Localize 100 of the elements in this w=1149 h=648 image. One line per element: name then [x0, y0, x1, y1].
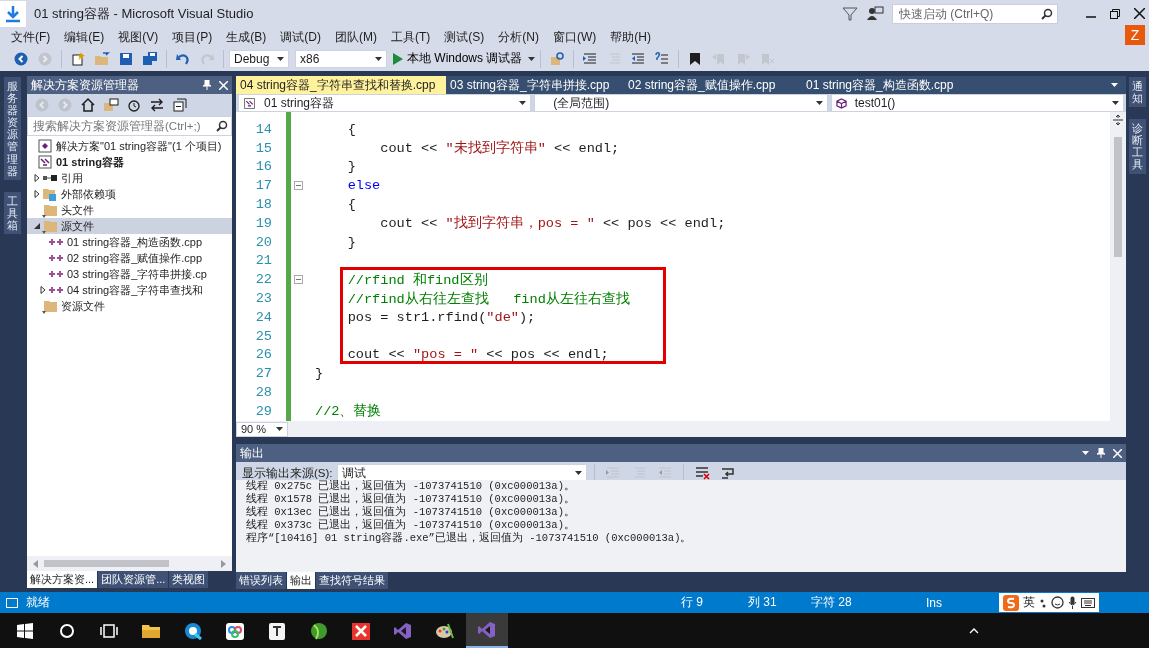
sync-icon[interactable]	[149, 97, 165, 113]
dropdown-caret-icon	[815, 101, 823, 105]
menu-item[interactable]: 调试(D)	[273, 27, 328, 46]
document-tab[interactable]: 01 string容器_构造函数.cpp	[802, 76, 958, 94]
navigation-select[interactable]: test01()	[830, 94, 1124, 112]
document-tab[interactable]: 03 string容器_字符串拼接.cpp	[446, 76, 614, 94]
vs-app-icon[interactable]	[466, 613, 508, 648]
uncomment-icon[interactable]	[654, 50, 671, 67]
navigation-select[interactable]: 01 string容器	[238, 94, 532, 112]
navigation-select[interactable]: (全局范围)	[534, 94, 828, 112]
outdent-icon[interactable]	[582, 50, 599, 67]
panel-tab[interactable]: 团队资源管...	[98, 571, 169, 588]
panel-tab[interactable]: 输出	[287, 572, 315, 589]
menu-item[interactable]: 视图(V)	[111, 27, 166, 46]
collapsed-arrow-icon[interactable]	[33, 174, 41, 182]
configuration-select[interactable]: Debug	[229, 49, 289, 68]
tree-item[interactable]: 源文件	[27, 218, 232, 234]
zoom-select[interactable]: 90 %	[236, 421, 288, 437]
search-field[interactable]: 搜索解决方案资源管理器(Ctrl+;)	[27, 116, 232, 136]
dock-tab[interactable]: 通知	[1129, 77, 1146, 108]
microphone-icon[interactable]	[1068, 596, 1077, 609]
clock-icon[interactable]	[126, 97, 142, 113]
collapse-icon[interactable]	[294, 181, 303, 191]
indent-icon[interactable]	[630, 50, 647, 67]
line-number: 18	[254, 197, 273, 213]
feedback-icon[interactable]	[866, 5, 884, 22]
panel-tab[interactable]: 类视图	[169, 571, 209, 588]
tree-item[interactable]: 资源文件	[27, 298, 232, 314]
menu-item[interactable]: 窗口(W)	[546, 27, 604, 46]
dock-tab[interactable]: 诊断工具	[1129, 119, 1146, 174]
ime-language[interactable]: 英	[1023, 594, 1035, 611]
chevron-up-icon[interactable]	[969, 627, 979, 634]
menu-item[interactable]: 帮助(H)	[603, 27, 658, 46]
folder-icon	[42, 202, 58, 218]
switch-views-icon[interactable]	[103, 97, 119, 113]
status-icon	[6, 597, 18, 608]
restore-icon[interactable]	[1110, 8, 1120, 19]
insert-mode-indicator: Ins	[926, 595, 943, 610]
pin-icon[interactable]	[1097, 448, 1105, 458]
collapsed-arrow-icon[interactable]	[33, 190, 41, 198]
tree-item[interactable]: 01 string容器_构造函数.cpp	[27, 234, 232, 250]
tree-item[interactable]: 外部依赖项	[27, 186, 232, 202]
word-wrap-icon[interactable]	[719, 465, 736, 481]
menu-item[interactable]: 工具(T)	[384, 27, 438, 46]
smiley-icon[interactable]	[1051, 596, 1064, 609]
dock-tab[interactable]: 服务器资源管理器	[4, 77, 21, 180]
tree-item[interactable]: 头文件	[27, 202, 232, 218]
panel-tab[interactable]: 查找符号结果	[316, 572, 388, 589]
code-line: }	[346, 159, 356, 175]
account-avatar[interactable]: Z	[1125, 25, 1145, 45]
platform-select[interactable]: x86	[295, 49, 387, 68]
tree-item[interactable]: 01 string容器	[27, 154, 232, 170]
scrollbar-thumb[interactable]	[1114, 137, 1122, 257]
save-all-icon[interactable]	[142, 50, 158, 67]
output-source-label: 显示输出来源(S):	[242, 465, 333, 480]
line-number: 24	[254, 309, 273, 325]
search-icon[interactable]	[1041, 7, 1053, 20]
document-tab[interactable]: 02 string容器_赋值操作.cpp	[624, 76, 780, 94]
expanded-arrow-icon[interactable]	[33, 222, 41, 230]
pin-icon[interactable]	[203, 80, 211, 90]
find-icon[interactable]	[549, 50, 566, 67]
start-debugging-button[interactable]: 本地 Windows 调试器	[389, 48, 527, 69]
tree-item[interactable]: 02 string容器_赋值操作.cpp	[27, 250, 232, 266]
collapse-icon[interactable]	[294, 275, 303, 285]
external-icon	[42, 186, 58, 202]
tree-item[interactable]: 04 string容器_字符串查找和	[27, 282, 232, 298]
menu-item[interactable]: 团队(M)	[328, 27, 384, 46]
code-line: cout << "pos = " << pos << endl;	[346, 347, 609, 363]
tree-item[interactable]: 引用	[27, 170, 232, 186]
quick-launch-field[interactable]: 快速启动 (Ctrl+Q)	[892, 3, 1058, 24]
close-icon[interactable]	[1134, 8, 1145, 19]
save-icon[interactable]	[118, 50, 134, 67]
ime-logo-icon[interactable]	[1003, 594, 1019, 611]
collapse-all-icon[interactable]	[172, 97, 188, 113]
clear-all-icon[interactable]	[693, 465, 710, 481]
menu-item[interactable]: 分析(N)	[491, 27, 546, 46]
menu-item[interactable]: 生成(B)	[219, 27, 274, 46]
home-icon[interactable]	[80, 97, 96, 113]
code-line: }	[314, 366, 324, 382]
tree-item[interactable]: 03 string容器_字符串拼接.cp	[27, 266, 232, 282]
panel-tab[interactable]: 错误列表	[236, 572, 286, 589]
dock-tab[interactable]: 工具箱	[4, 191, 21, 235]
keyboard-icon[interactable]	[1081, 597, 1095, 608]
dropdown-caret-icon[interactable]	[1082, 451, 1089, 455]
split-icon[interactable]	[1113, 115, 1123, 125]
menu-item[interactable]: 文件(F)	[4, 27, 58, 46]
tab-list-caret-icon[interactable]	[1111, 83, 1118, 87]
new-file-icon[interactable]	[70, 50, 86, 67]
dropdown-caret-icon	[276, 427, 283, 431]
tree-item[interactable]: 解决方案"01 string容器"(1 个项目)	[27, 138, 232, 154]
collapsed-arrow-icon[interactable]	[39, 286, 47, 294]
download-icon[interactable]	[4, 4, 22, 23]
menu-item[interactable]: 项目(P)	[165, 27, 220, 46]
filter-icon[interactable]	[842, 5, 858, 22]
menu-item[interactable]: 测试(S)	[437, 27, 492, 46]
menu-item[interactable]: 编辑(E)	[57, 27, 112, 46]
search-icon[interactable]	[216, 120, 228, 132]
open-folder-icon[interactable]	[94, 50, 110, 67]
scrollbar-thumb[interactable]	[44, 560, 169, 567]
panel-tab[interactable]: 解决方案资...	[27, 571, 98, 588]
